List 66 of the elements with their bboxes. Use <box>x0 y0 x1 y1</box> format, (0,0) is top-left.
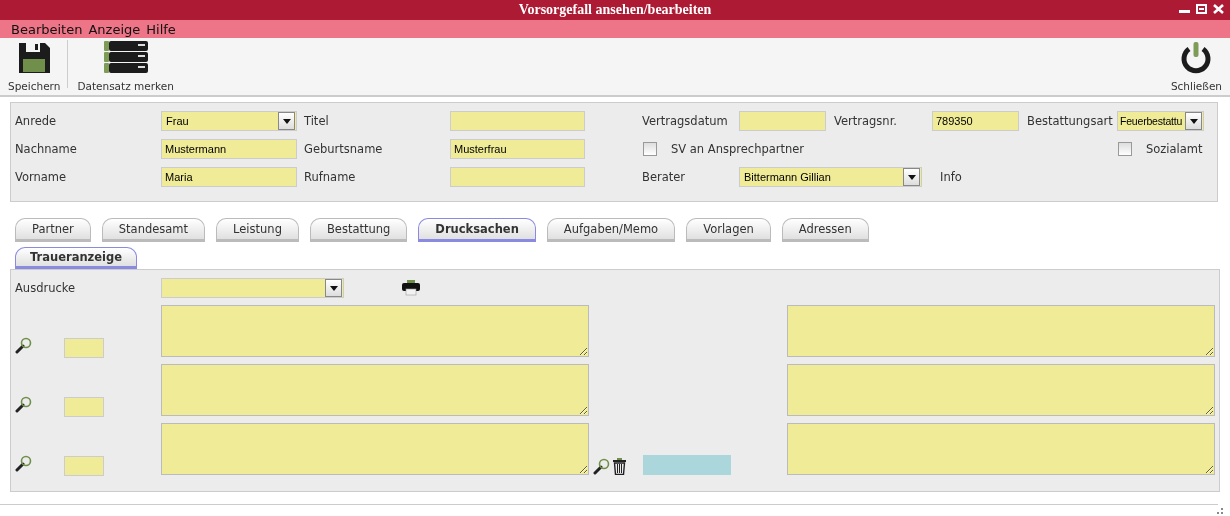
field-label: Nachname <box>15 142 78 156</box>
dropdown[interactable] <box>161 278 344 298</box>
text-field[interactable] <box>450 167 585 187</box>
tab[interactable]: Aufgaben/Memo <box>546 218 676 242</box>
menu-item[interactable]: Anzeige <box>88 21 141 37</box>
text-field[interactable] <box>643 455 731 475</box>
tab[interactable]: Drucksachen <box>418 218 536 242</box>
field-label: Vorname <box>15 170 68 184</box>
caret-icon <box>282 118 291 124</box>
field-label: Ausdrucke <box>15 281 77 295</box>
field-label: Info <box>940 170 963 184</box>
text-field[interactable] <box>450 111 585 131</box>
text-area[interactable] <box>161 305 589 357</box>
caret-icon <box>1189 118 1198 124</box>
text-area[interactable] <box>787 364 1215 416</box>
field-label: Rufname <box>304 170 357 184</box>
field-label: SV an Ansprechpartner <box>671 142 805 156</box>
field-label: Vertragsnr. <box>834 114 898 128</box>
checkbox[interactable] <box>1118 142 1132 156</box>
field-label: Bestattungsart <box>1027 114 1114 128</box>
menu-item[interactable]: Bearbeiten <box>11 21 83 37</box>
field-label: Anrede <box>15 114 58 128</box>
maximize-icon[interactable] <box>1196 4 1207 14</box>
dropdown[interactable]: Frau <box>161 111 297 131</box>
magnifier-icon[interactable] <box>15 337 32 354</box>
toolbar-button[interactable]: Datensatz merken <box>77 41 174 92</box>
tab[interactable]: Adressen <box>781 218 869 242</box>
text-field[interactable] <box>64 338 104 358</box>
magnifier-icon[interactable] <box>593 458 610 475</box>
close-icon[interactable] <box>1213 4 1224 14</box>
field-label: Vertragsdatum <box>642 114 729 128</box>
field-label: Sozialamt <box>1146 142 1203 156</box>
caret-icon <box>907 174 916 180</box>
text-field[interactable]: Maria <box>161 167 297 187</box>
server-stack-icon <box>103 41 148 75</box>
tab[interactable]: Standesamt <box>101 218 206 242</box>
menu-item[interactable]: Hilfe <box>146 21 176 37</box>
text-area[interactable] <box>787 423 1215 475</box>
checkbox[interactable] <box>643 142 657 156</box>
power-icon <box>1180 41 1213 75</box>
tab[interactable]: Leistung <box>216 218 299 242</box>
text-field[interactable]: Musterfrau <box>450 139 585 159</box>
field-label: Titel <box>304 114 330 128</box>
text-field[interactable]: 789350 <box>932 111 1019 131</box>
text-area[interactable] <box>161 364 589 416</box>
text-field[interactable]: Mustermann <box>161 139 297 159</box>
tab[interactable]: Partner <box>15 218 91 242</box>
dropdown[interactable]: Feuerbestattu <box>1117 111 1204 131</box>
text-field[interactable] <box>64 397 104 417</box>
toolbar-button[interactable]: Speichern <box>8 41 61 92</box>
window-title: Vorsorgefall ansehen/bearbeiten <box>518 2 712 18</box>
field-label: Berater <box>642 170 687 184</box>
tab[interactable]: Traueranzeige <box>15 247 138 269</box>
caret-icon <box>329 285 338 291</box>
tab[interactable]: Vorlagen <box>686 218 771 242</box>
magnifier-icon[interactable] <box>15 455 32 472</box>
field-label: Geburtsname <box>304 142 384 156</box>
text-field[interactable] <box>739 111 826 131</box>
text-area[interactable] <box>787 305 1215 357</box>
tab[interactable]: Bestattung <box>309 218 408 242</box>
magnifier-icon[interactable] <box>15 396 32 413</box>
dropdown[interactable]: Bittermann Gillian <box>739 167 922 187</box>
trash-icon[interactable] <box>613 458 626 475</box>
printer-icon[interactable] <box>402 280 420 296</box>
toolbar-button[interactable]: Schließen <box>1170 41 1222 92</box>
text-field[interactable] <box>64 456 104 476</box>
